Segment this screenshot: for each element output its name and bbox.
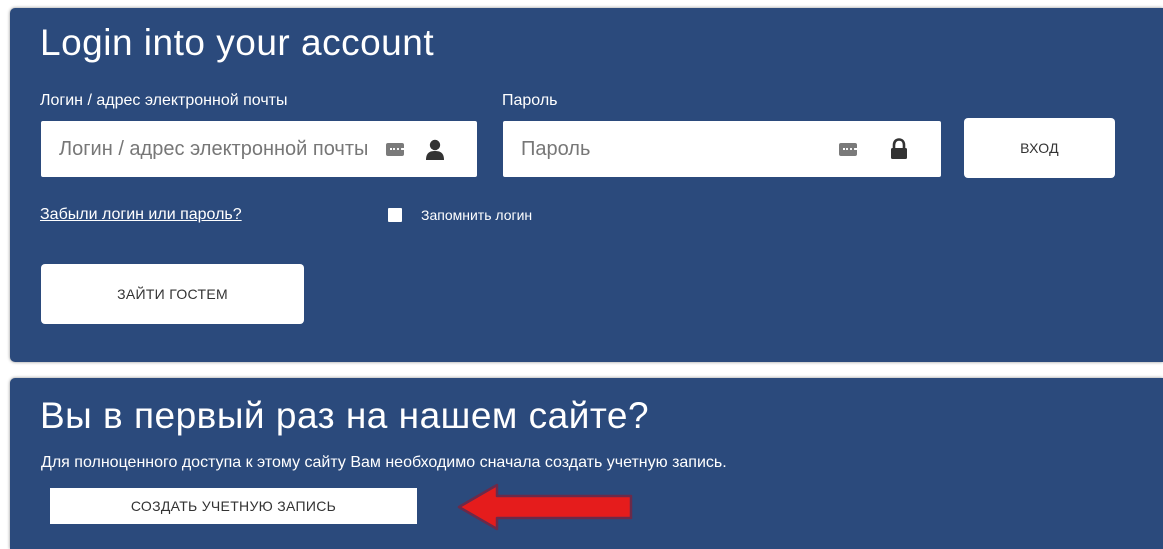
arrow-left-icon [457, 483, 633, 531]
username-field[interactable] [41, 121, 477, 177]
signup-description: Для полноценного доступа к этому сайту В… [41, 454, 727, 471]
username-label: Логин / адрес электронной почты [40, 92, 288, 109]
lock-icon [891, 138, 907, 159]
forgot-credentials-link[interactable]: Забыли логин или пароль? [40, 206, 242, 224]
login-panel: Login into your account Логин / адрес эл… [10, 8, 1163, 362]
guest-login-button[interactable]: ЗАЙТИ ГОСТЕМ [41, 264, 304, 324]
signup-title: Вы в первый раз на нашем сайте? [40, 395, 650, 436]
keyboard-icon[interactable] [386, 143, 404, 156]
signup-panel: Вы в первый раз на нашем сайте? Для полн… [10, 378, 1163, 549]
password-label: Пароль [502, 92, 558, 109]
user-icon [426, 139, 444, 160]
create-account-button[interactable]: СОЗДАТЬ УЧЕТНУЮ ЗАПИСЬ [50, 488, 417, 524]
username-input[interactable] [41, 121, 401, 177]
login-title: Login into your account [40, 22, 435, 63]
password-field[interactable] [503, 121, 941, 177]
remember-login-checkbox[interactable] [388, 208, 402, 222]
remember-login-label[interactable]: Запомнить логин [421, 207, 532, 223]
keyboard-icon[interactable] [839, 143, 857, 156]
password-input[interactable] [503, 121, 823, 177]
login-button[interactable]: ВХОД [964, 118, 1115, 178]
